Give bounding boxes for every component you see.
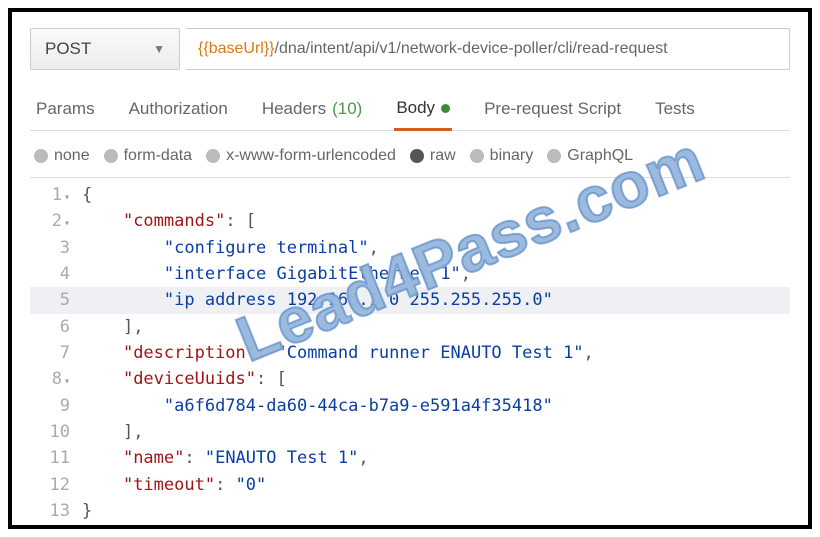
radio-icon bbox=[470, 149, 484, 163]
app-frame: POST ▼ {{baseUrl}}/dna/intent/api/v1/net… bbox=[8, 8, 812, 529]
tab-tests[interactable]: Tests bbox=[653, 92, 697, 130]
http-method-select[interactable]: POST ▼ bbox=[30, 28, 180, 70]
url-path: /dna/intent/api/v1/network-device-poller… bbox=[275, 40, 668, 58]
code-line: 9 "a6f6d784-da60-44ca-b7a9-e591a4f35418" bbox=[30, 393, 790, 419]
body-type-row: none form-data x-www-form-urlencoded raw… bbox=[30, 143, 790, 177]
body-type-form-data[interactable]: form-data bbox=[104, 147, 192, 165]
body-type-urlencoded[interactable]: x-www-form-urlencoded bbox=[206, 147, 396, 165]
url-variable: {{baseUrl}} bbox=[198, 40, 275, 58]
http-method-label: POST bbox=[45, 39, 91, 59]
fold-icon: ▾ bbox=[62, 376, 70, 387]
code-line: 11 "name": "ENAUTO Test 1", bbox=[30, 445, 790, 471]
radio-icon bbox=[410, 149, 424, 163]
code-line: 1▾ { bbox=[30, 182, 790, 208]
radio-icon bbox=[34, 149, 48, 163]
body-type-graphql[interactable]: GraphQL bbox=[547, 147, 633, 165]
tab-authorization[interactable]: Authorization bbox=[127, 92, 230, 130]
fold-icon: ▾ bbox=[62, 192, 70, 203]
request-url-input[interactable]: {{baseUrl}}/dna/intent/api/v1/network-de… bbox=[186, 28, 790, 70]
code-line: 4 "interface GigabitEthernet 1", bbox=[30, 261, 790, 287]
code-line-active: 5 "ip address 192.168.1.0 255.255.255.0" bbox=[30, 287, 790, 313]
tab-headers[interactable]: Headers (10) bbox=[260, 92, 365, 130]
code-line: 7 "description": "Command runner ENAUTO … bbox=[30, 340, 790, 366]
request-tabs: Params Authorization Headers (10) Body P… bbox=[30, 92, 790, 131]
tab-params[interactable]: Params bbox=[34, 92, 97, 130]
code-line: 2▾ "commands": [ bbox=[30, 208, 790, 234]
body-type-binary[interactable]: binary bbox=[470, 147, 534, 165]
fold-icon: ▾ bbox=[62, 218, 70, 229]
tab-prerequest-script[interactable]: Pre-request Script bbox=[482, 92, 623, 130]
body-type-none[interactable]: none bbox=[34, 147, 90, 165]
body-editor[interactable]: 1▾ { 2▾ "commands": [ 3 "configure termi… bbox=[30, 177, 790, 524]
code-line: 3 "configure terminal", bbox=[30, 235, 790, 261]
request-row: POST ▼ {{baseUrl}}/dna/intent/api/v1/net… bbox=[30, 28, 790, 70]
body-modified-dot-icon bbox=[441, 104, 450, 113]
code-line: 6 ], bbox=[30, 314, 790, 340]
code-line: 10 ], bbox=[30, 419, 790, 445]
chevron-down-icon: ▼ bbox=[153, 42, 165, 56]
code-line: 12 "timeout": "0" bbox=[30, 472, 790, 498]
body-type-raw[interactable]: raw bbox=[410, 147, 456, 165]
code-line: 8▾ "deviceUuids": [ bbox=[30, 366, 790, 392]
radio-icon bbox=[206, 149, 220, 163]
radio-icon bbox=[104, 149, 118, 163]
tab-body[interactable]: Body bbox=[394, 92, 452, 131]
code-line: 13 } bbox=[30, 498, 790, 524]
radio-icon bbox=[547, 149, 561, 163]
headers-count: (10) bbox=[332, 99, 362, 119]
